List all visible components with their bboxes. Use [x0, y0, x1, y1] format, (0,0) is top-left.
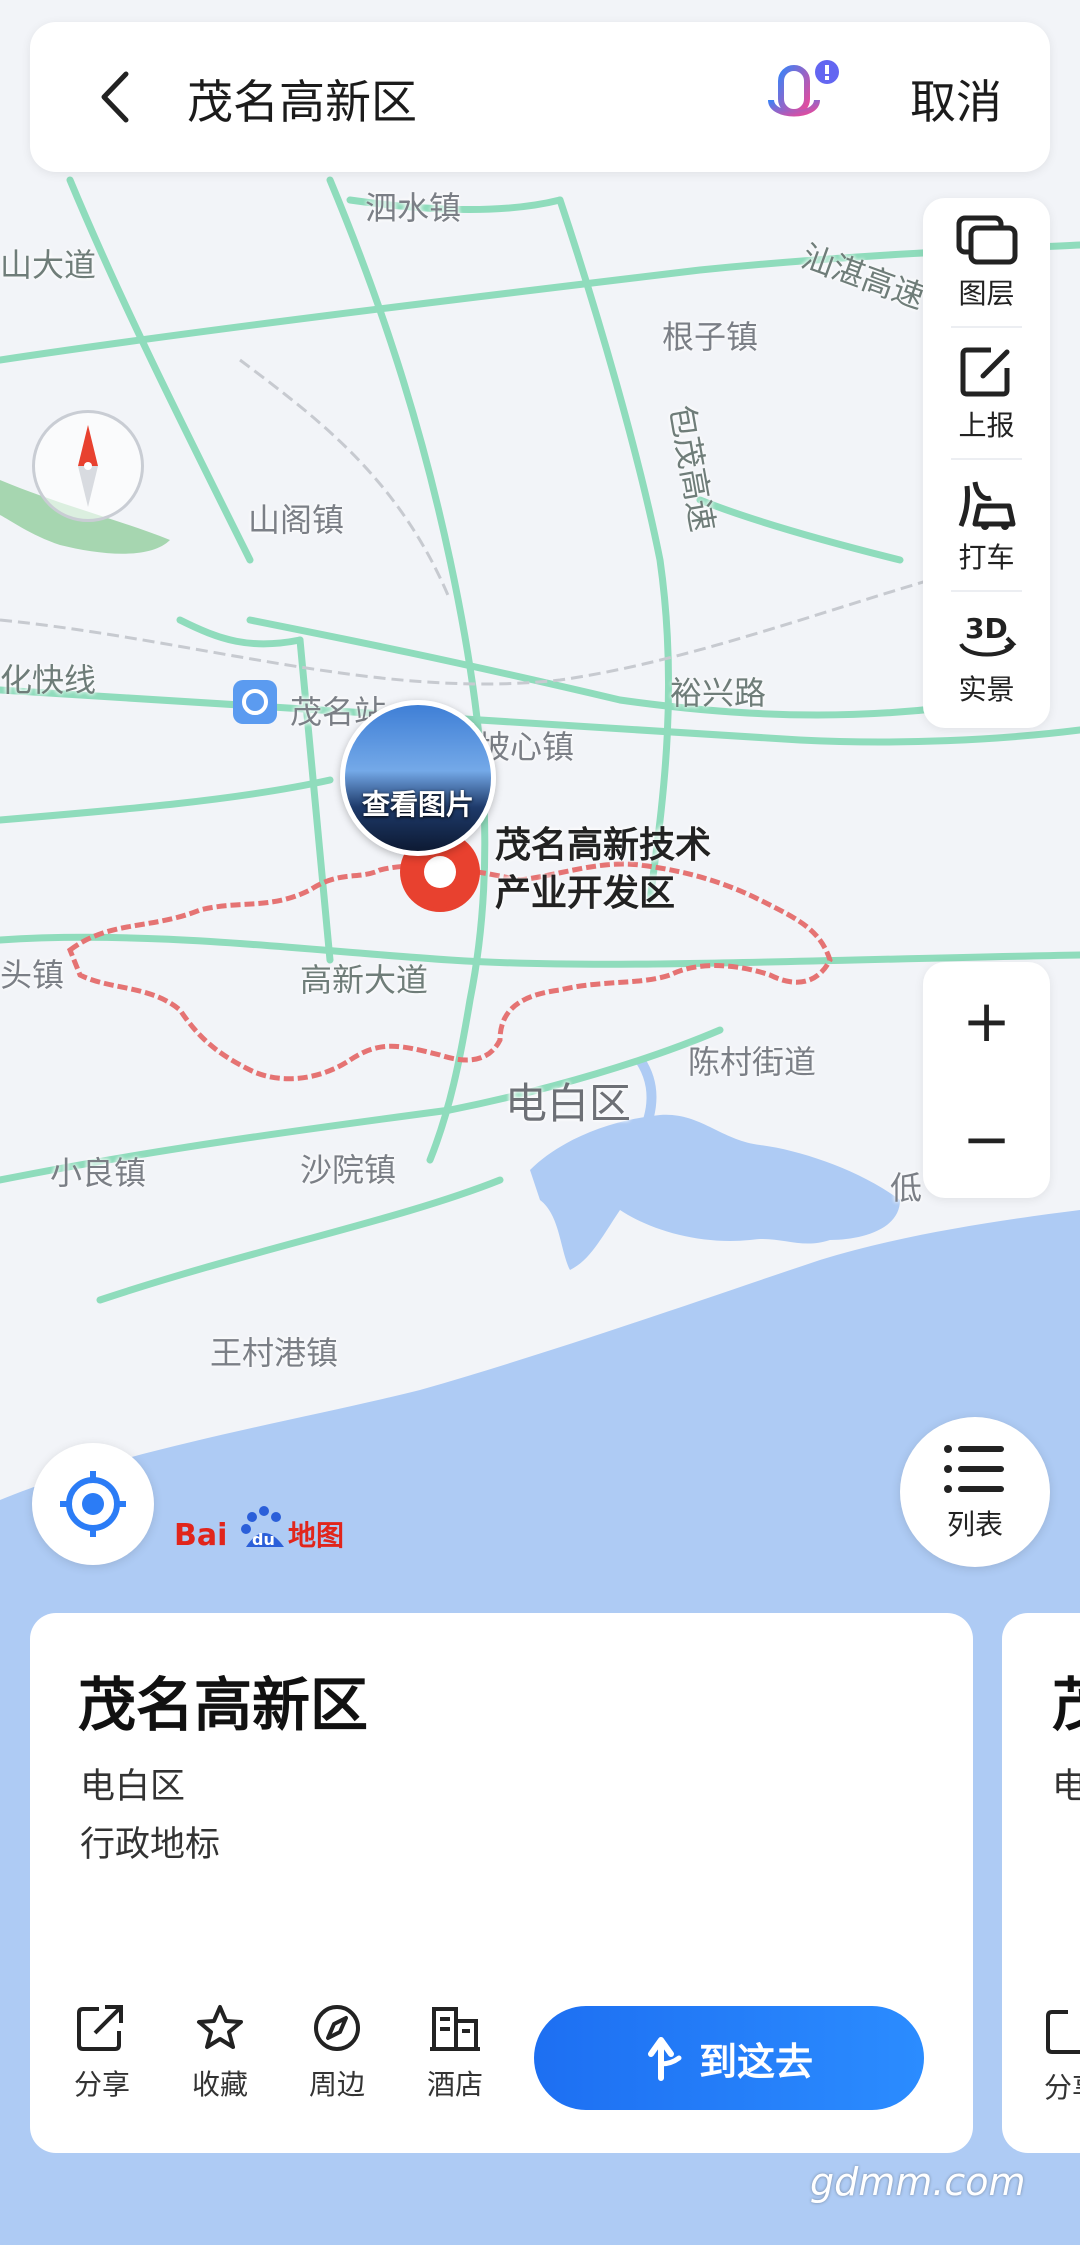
action-label: 分享 — [73, 2068, 130, 2101]
zoom-controls: + − — [923, 962, 1050, 1198]
baidu-map-logo: Bai du 地图 — [172, 1497, 352, 1557]
svg-text:du: du — [252, 1530, 275, 1549]
map-label: 电白区 — [505, 1079, 632, 1128]
poi-name-line1: 茂名高新技术 — [495, 825, 712, 866]
photo-caption: 查看图片 — [361, 788, 474, 821]
microphone-icon[interactable] — [755, 56, 845, 146]
3d-view-icon: 3D — [958, 612, 1016, 657]
baidu-paw-icon: Bai du 地图 — [174, 1506, 344, 1553]
svg-text:3D: 3D — [965, 612, 1008, 645]
list-icon — [944, 1445, 1004, 1493]
hotel-button[interactable]: 酒店 — [410, 2003, 500, 2103]
navigate-label: 到这去 — [698, 2039, 813, 2084]
place-category: 行政地标 — [80, 1825, 221, 1865]
map-label: 泗水镇 — [365, 189, 462, 227]
search-query[interactable]: 茂名高新区 — [187, 66, 417, 132]
map-label: 沙院镇 — [300, 1151, 397, 1189]
map-label: 化快线 — [0, 661, 97, 699]
map-label: 裕兴路 — [670, 674, 767, 712]
favorite-button[interactable]: 收藏 — [175, 2003, 265, 2103]
map-label: 头镇 — [0, 956, 65, 994]
action-label: 酒店 — [426, 2068, 483, 2101]
tool-3d-view[interactable]: 3D 实景 — [923, 594, 1050, 724]
layers-icon — [956, 215, 1017, 265]
place-district: 电白区 — [80, 1767, 186, 1807]
tool-report[interactable]: 上报 — [923, 330, 1050, 460]
cancel-button[interactable]: 取消 — [910, 66, 1002, 132]
map-label: 王村港镇 — [210, 1334, 339, 1372]
tool-label: 实景 — [958, 673, 1015, 706]
map-label: 小良镇 — [50, 1154, 147, 1192]
list-button[interactable]: 列表 — [900, 1417, 1050, 1567]
map-label: 山大道 — [0, 246, 97, 284]
divider — [951, 458, 1022, 460]
star-icon — [197, 2005, 243, 2049]
crosshair-icon — [60, 1471, 126, 1537]
compass-nearby-icon — [314, 2005, 360, 2051]
map-label: 高新大道 — [300, 961, 429, 999]
divider — [951, 590, 1022, 592]
next-share-button[interactable]: 分享 — [1044, 2006, 1080, 2106]
map-canvas[interactable]: 泗水镇 山大道 汕湛高速 根子镇 包茂高速 山阁镇 化快线 茂名站 坡心镇 裕兴… — [0, 0, 1080, 1610]
zoom-out-button[interactable]: − — [923, 1080, 1050, 1198]
map-graphics — [0, 176, 1080, 1610]
map-tools-panel: 图层 上报 打车 3D 实景 — [923, 198, 1050, 728]
tool-label: 图层 — [958, 277, 1015, 310]
tool-label: 打车 — [958, 541, 1015, 574]
report-edit-icon — [960, 347, 1009, 397]
view-photo-button[interactable]: 查看图片 — [340, 700, 496, 856]
search-bar: 茂名高新区 取消 — [30, 22, 1050, 172]
route-arrow-icon — [647, 2037, 682, 2081]
nearby-button[interactable]: 周边 — [292, 2003, 382, 2103]
back-arrow-icon[interactable] — [82, 62, 152, 132]
tool-layers[interactable]: 图层 — [923, 198, 1050, 328]
divider — [951, 326, 1022, 328]
share-icon — [1046, 2010, 1080, 2054]
compass-icon[interactable] — [32, 410, 144, 522]
action-label: 周边 — [308, 2068, 365, 2101]
share-button[interactable]: 分享 — [57, 2003, 147, 2103]
share-icon — [77, 2005, 123, 2051]
map-label: 低 — [890, 1169, 923, 1207]
map-label: 山阁镇 — [248, 501, 345, 539]
hotel-icon — [430, 2007, 480, 2051]
taxi-icon — [958, 481, 1015, 530]
poi-name-line2: 产业开发区 — [495, 873, 676, 914]
map-label: 根子镇 — [662, 318, 759, 356]
place-card[interactable]: 茂名高新区 电白区 行政地标 分享 收藏 周边 酒店 到这去 — [30, 1613, 973, 2153]
list-label: 列表 — [946, 1508, 1003, 1541]
svg-text:Bai: Bai — [174, 1518, 227, 1553]
locate-me-button[interactable] — [32, 1443, 154, 1565]
next-place-district: 电 — [1052, 1767, 1080, 1807]
tool-taxi[interactable]: 打车 — [923, 462, 1050, 592]
next-place-title: 茂 — [1052, 1658, 1080, 1742]
watermark: gdmm.com — [810, 2160, 1026, 2204]
place-title: 茂名高新区 — [78, 1671, 369, 1739]
map-label: 陈村街道 — [688, 1043, 817, 1081]
svg-text:地图: 地图 — [288, 1519, 344, 1552]
tool-label: 上报 — [958, 409, 1015, 442]
next-place-card[interactable]: 茂 电 分享 — [1002, 1613, 1080, 2153]
action-label: 收藏 — [191, 2068, 248, 2101]
poi-label[interactable]: 茂名高新技术 产业开发区 — [495, 822, 711, 918]
action-label: 分享 — [1044, 2071, 1080, 2104]
zoom-in-button[interactable]: + — [923, 962, 1050, 1080]
navigate-here-button[interactable]: 到这去 — [534, 2006, 924, 2110]
